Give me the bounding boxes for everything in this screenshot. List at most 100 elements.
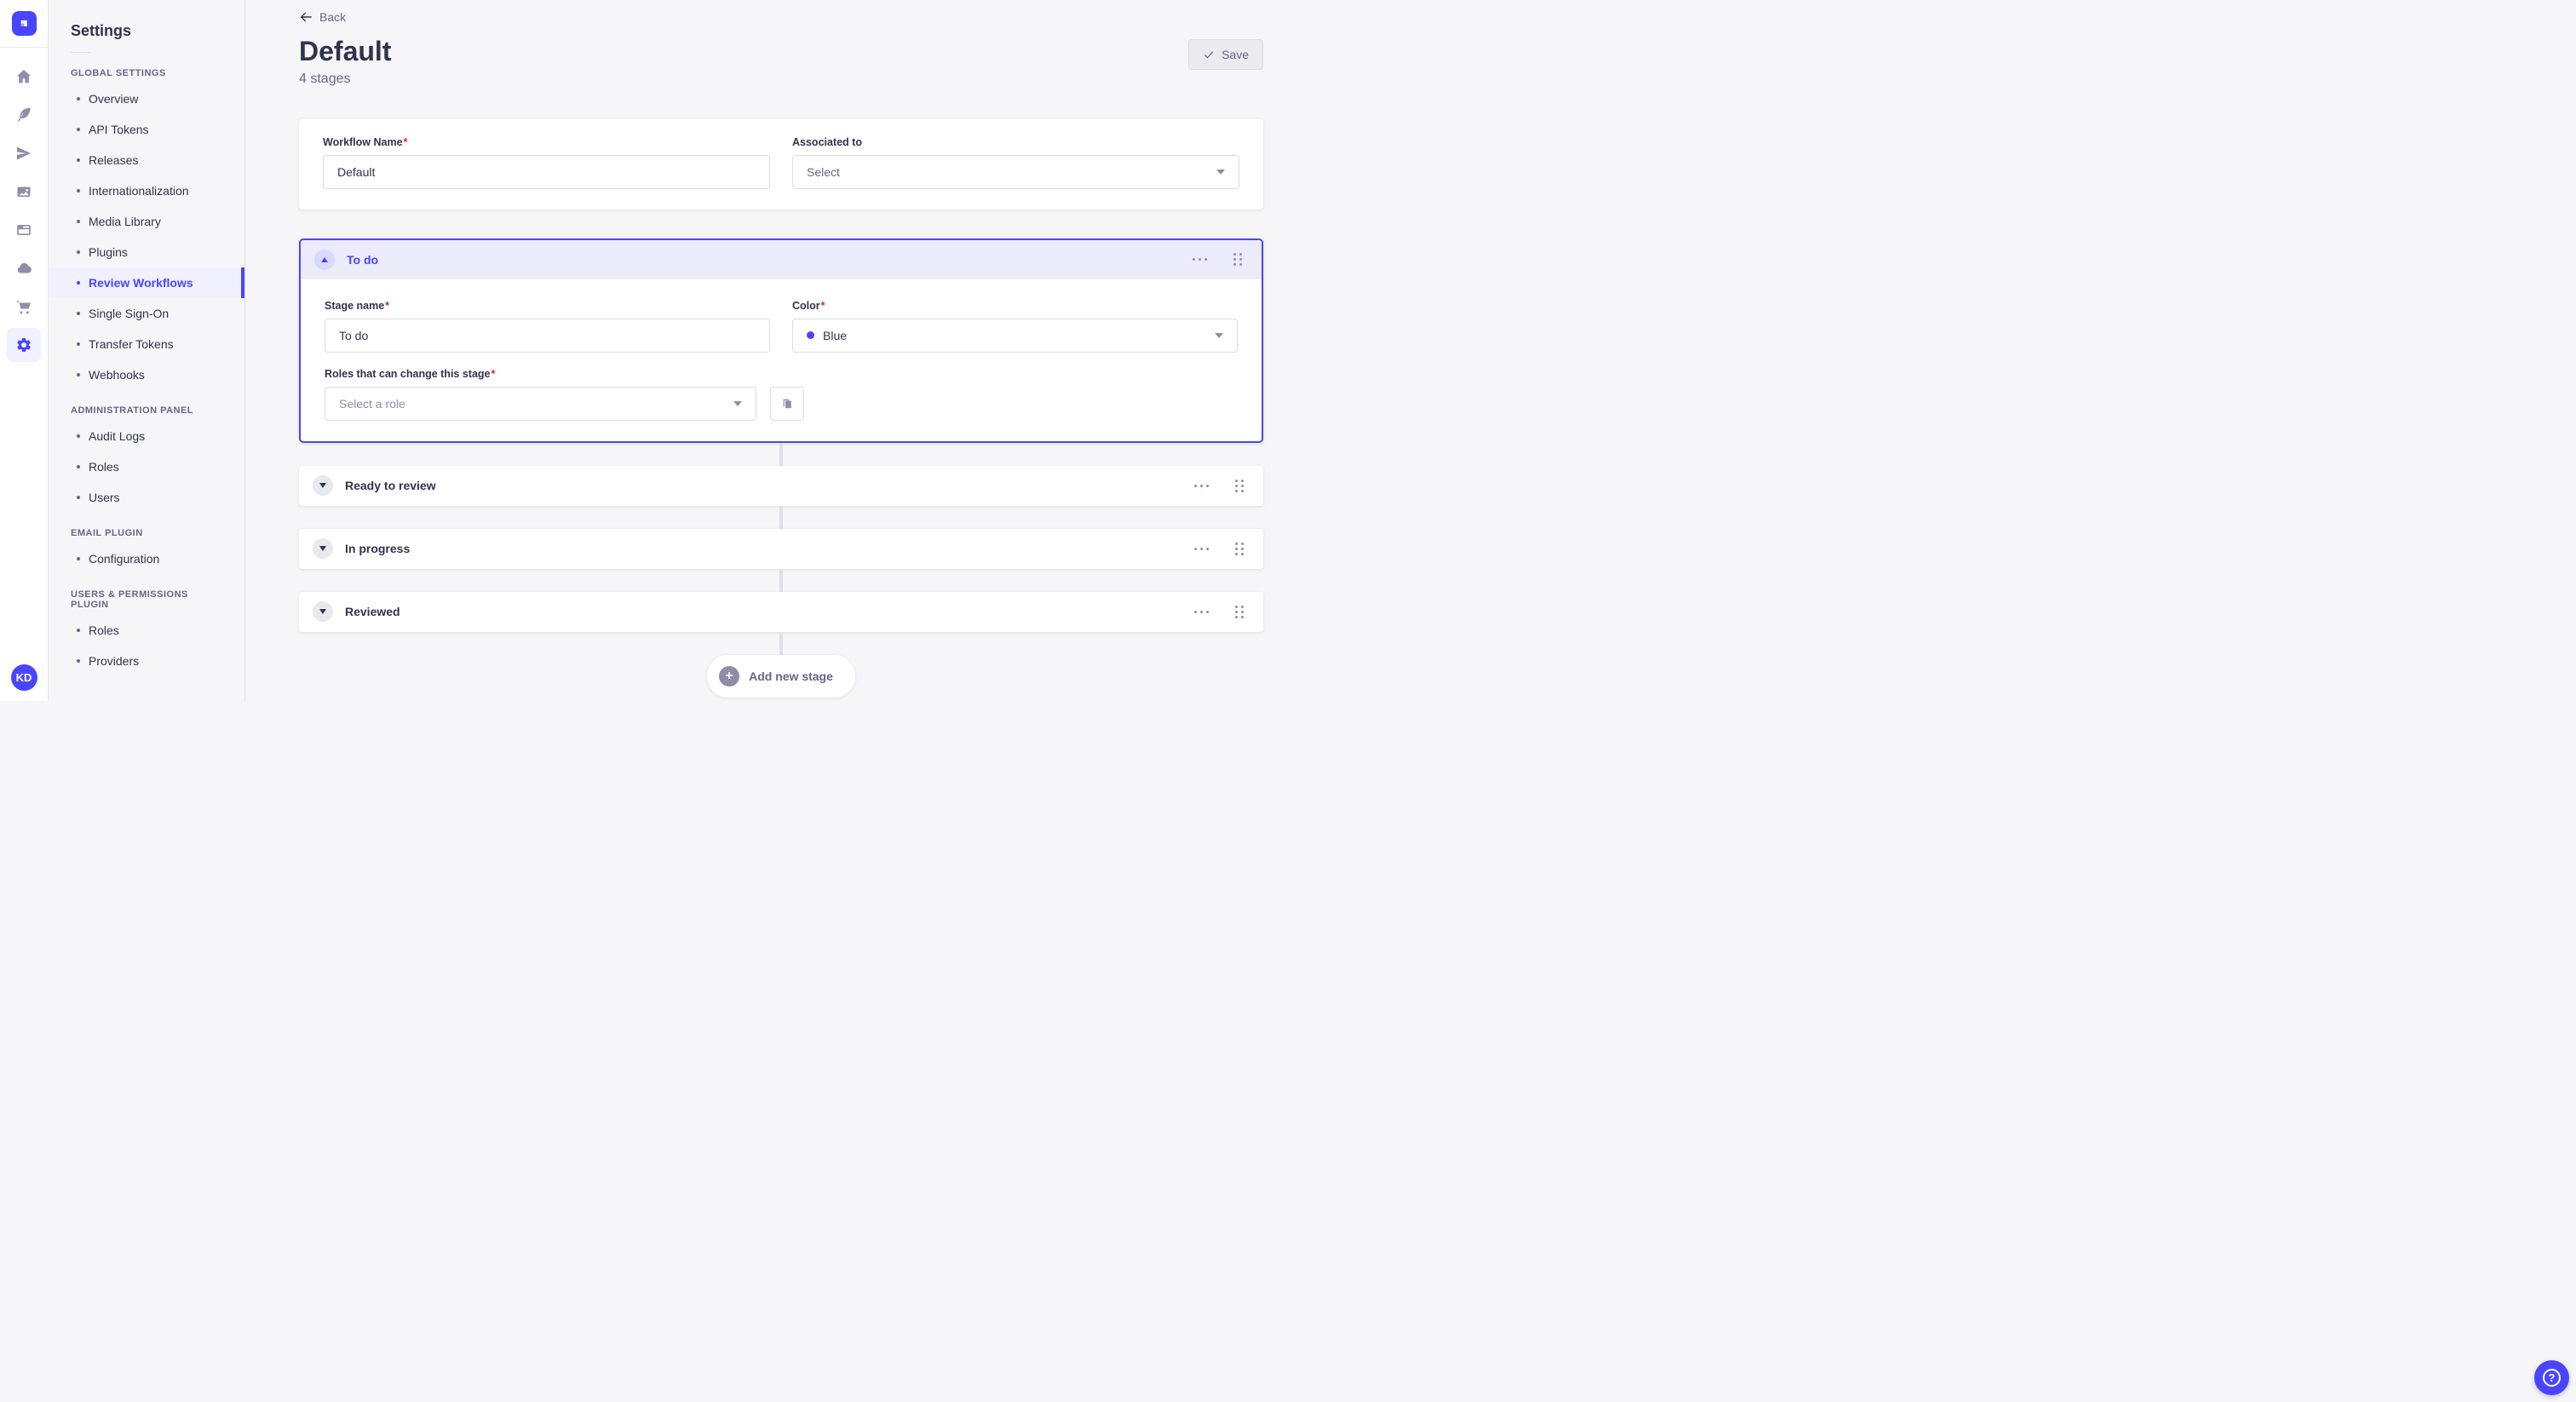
sidebar-item-releases[interactable]: Releases: [49, 145, 244, 175]
sidebar-item-single-sign-on[interactable]: Single Sign-On: [49, 298, 244, 329]
settings-gear-icon[interactable]: [7, 328, 41, 362]
save-button[interactable]: Save: [1188, 39, 1263, 70]
stage-name-input[interactable]: [325, 318, 770, 353]
chevron-down-icon: [319, 609, 326, 615]
cloud-icon[interactable]: [7, 251, 41, 285]
sidebar-item-label: Roles: [89, 460, 119, 474]
associated-to-label: Associated to: [792, 135, 862, 148]
add-new-stage-button[interactable]: + Add new stage: [707, 654, 855, 698]
bullet-icon: [77, 97, 80, 101]
sidebar-item-label: Providers: [89, 654, 140, 668]
subnav-divider: [71, 52, 91, 53]
required-asterisk: *: [491, 367, 496, 380]
bullet-icon: [77, 250, 80, 254]
avatar[interactable]: KD: [10, 664, 37, 691]
help-button[interactable]: ?: [2534, 1360, 2569, 1395]
nav-section-label: USERS & PERMISSIONS PLUGIN: [71, 589, 188, 610]
bullet-icon: [77, 312, 80, 315]
drag-handle-icon[interactable]: [1231, 250, 1245, 268]
stage-card-in-progress[interactable]: In progress: [299, 528, 1263, 569]
bullet-icon: [77, 189, 80, 192]
layout-icon[interactable]: [7, 213, 41, 247]
stage-options-menu-icon[interactable]: [1193, 607, 1210, 617]
stage-header-to-do[interactable]: To do: [301, 239, 1262, 279]
expand-stage-button[interactable]: [313, 475, 333, 497]
associated-to-value: Select: [807, 164, 840, 179]
stage-connector-line: [779, 442, 783, 466]
bullet-icon: [77, 557, 80, 560]
nav-section-label: GLOBAL SETTINGS: [71, 68, 166, 78]
sidebar-item-label: Roles: [89, 623, 119, 637]
sidebar-item-label: Users: [89, 491, 120, 504]
stage-options-menu-icon[interactable]: [1193, 544, 1210, 554]
bullet-icon: [77, 220, 80, 223]
paper-plane-icon[interactable]: [7, 136, 41, 170]
sidebar-item-audit-logs[interactable]: Audit Logs: [49, 421, 244, 451]
sidebar-item-overview[interactable]: Overview: [49, 83, 244, 114]
sidebar-item-label: Releases: [89, 153, 139, 167]
nav-section-label: EMAIL PLUGIN: [71, 528, 143, 538]
color-swatch-blue: [807, 331, 814, 340]
workflow-name-input[interactable]: [323, 154, 770, 189]
main-content: Back Default 4 stages Save Workflow Name…: [245, 0, 1288, 701]
stage-options-menu-icon[interactable]: [1191, 255, 1209, 264]
required-asterisk: *: [385, 299, 390, 312]
stage-card-reviewed[interactable]: Reviewed: [299, 591, 1263, 632]
stage-name-label: Stage name*: [325, 299, 390, 312]
media-images-icon[interactable]: [7, 175, 41, 209]
sidebar-item-admin-users[interactable]: Users: [49, 482, 244, 513]
sidebar-item-label: Plugins: [89, 245, 128, 259]
back-link[interactable]: Back: [299, 10, 346, 24]
stage-title: To do: [347, 252, 379, 267]
color-select[interactable]: Blue: [792, 318, 1238, 353]
expand-stage-button[interactable]: [313, 601, 333, 623]
bullet-icon: [77, 342, 80, 346]
sidebar-item-plugins[interactable]: Plugins: [49, 237, 244, 267]
save-button-label: Save: [1222, 48, 1249, 61]
sidebar-item-api-tokens[interactable]: API Tokens: [49, 114, 244, 145]
sidebar-item-up-providers[interactable]: Providers: [49, 646, 244, 676]
sidebar-item-webhooks[interactable]: Webhooks: [49, 359, 244, 390]
drag-handle-icon[interactable]: [1233, 603, 1246, 621]
content-feather-icon[interactable]: [7, 98, 41, 132]
stage-options-menu-icon[interactable]: [1193, 481, 1210, 491]
back-label: Back: [319, 10, 347, 24]
required-asterisk: *: [820, 299, 825, 312]
sidebar-item-label: API Tokens: [89, 123, 149, 136]
rail-divider: [0, 47, 49, 48]
sidebar-item-media-library[interactable]: Media Library: [49, 206, 244, 237]
bullet-icon: [77, 496, 80, 499]
sidebar-item-label: Review Workflows: [89, 276, 193, 290]
sidebar-item-email-configuration[interactable]: Configuration: [49, 543, 244, 574]
sidebar-item-review-workflows[interactable]: Review Workflows: [49, 267, 244, 298]
marketplace-cart-icon[interactable]: [7, 290, 41, 324]
duplicate-roles-button[interactable]: [770, 386, 804, 421]
associated-to-select[interactable]: Select: [792, 154, 1239, 189]
expand-stage-button[interactable]: [313, 538, 333, 560]
collapse-stage-button[interactable]: [314, 249, 335, 270]
settings-subnav: Settings GLOBAL SETTINGS Overview API To…: [49, 0, 245, 701]
check-icon: [1204, 51, 1214, 59]
workflow-form-card: Workflow Name* Associated to Select: [299, 118, 1263, 210]
drag-handle-icon[interactable]: [1233, 540, 1246, 558]
stage-connector-line: [779, 505, 783, 529]
strapi-logo[interactable]: [11, 11, 37, 36]
sidebar-item-label: Transfer Tokens: [89, 337, 174, 351]
stage-card-ready-to-review[interactable]: Ready to review: [299, 465, 1263, 506]
stage-connector-line: [779, 631, 783, 655]
plus-icon: +: [719, 665, 740, 687]
sidebar-item-transfer-tokens[interactable]: Transfer Tokens: [49, 329, 244, 359]
help-question-icon: ?: [2543, 1369, 2561, 1387]
sidebar-item-up-roles[interactable]: Roles: [49, 615, 244, 646]
roles-label: Roles that can change this stage*: [325, 367, 496, 380]
sidebar-item-admin-roles[interactable]: Roles: [49, 451, 244, 482]
drag-handle-icon[interactable]: [1233, 477, 1246, 495]
chevron-down-icon: [319, 483, 326, 489]
roles-field-group: Roles that can change this stage* Select…: [325, 368, 1238, 421]
nav-section-users-permissions-plugin: USERS & PERMISSIONS PLUGIN Roles Provide…: [49, 589, 244, 676]
stage-connector-line: [779, 568, 783, 592]
sidebar-item-internationalization[interactable]: Internationalization: [49, 175, 244, 206]
nav-section-label: ADMINISTRATION PANEL: [71, 405, 194, 416]
home-icon[interactable]: [7, 60, 41, 94]
roles-select[interactable]: Select a role: [325, 386, 756, 421]
